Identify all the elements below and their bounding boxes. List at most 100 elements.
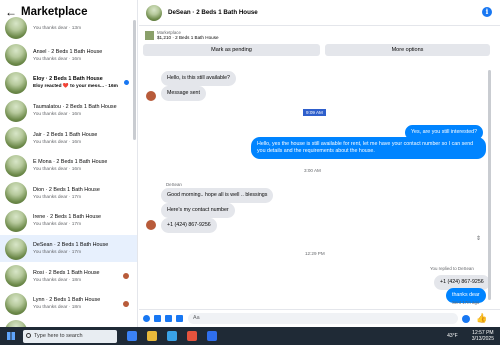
chat-header: DeSean · 2 Beds 1 Bath House i xyxy=(139,0,500,26)
conversation-snippet: You thanks dear · 16m xyxy=(33,56,82,62)
system-tray: 43°F 12:57 PM 3/13/2025 xyxy=(447,327,494,345)
contact-avatar-small xyxy=(146,220,156,230)
conversation-name: Rosi · 2 Beds 1 Bath House xyxy=(33,269,100,276)
sticker-icon[interactable] xyxy=(165,315,172,322)
clock[interactable]: 12:57 PM 3/13/2025 xyxy=(472,330,494,342)
reply-label: You replied to DeSean xyxy=(430,266,474,271)
messenger-app-icon[interactable] xyxy=(207,331,217,341)
task-view-icon[interactable] xyxy=(127,331,137,341)
message-incoming: Message sent xyxy=(161,86,206,101)
thread-scrollbar[interactable] xyxy=(488,70,491,300)
like-icon[interactable]: 👍 xyxy=(476,313,487,324)
conversation-sidebar: ← Marketplace You thanks dear · 13m Ansel… xyxy=(0,0,138,327)
conversation-snippet: You thanks dear · 17m xyxy=(33,250,82,256)
timestamp: 12:29 PM xyxy=(305,251,325,256)
chrome-browser-icon[interactable] xyxy=(187,331,197,341)
scroll-indicator-icon[interactable]: ⇕ xyxy=(476,235,481,242)
timestamp: 3:00 AM xyxy=(304,168,321,173)
conversation-item[interactable]: DeSean · 2 Beds 1 Bath House You thanks d… xyxy=(0,234,137,263)
conversation-name: DeSean · 2 Beds 1 Bath House xyxy=(33,242,109,249)
conversation-snippet: You thanks dear · 16m xyxy=(33,167,82,173)
conversation-name: Ansel · 2 Beds 1 Bath House xyxy=(33,48,103,55)
conversation-avatar xyxy=(5,44,27,67)
conversation-name: Dion · 2 Beds 1 Bath House xyxy=(33,186,100,193)
search-icon xyxy=(26,332,31,338)
sidebar-scrollbar[interactable] xyxy=(133,20,136,140)
message-composer: Aa 👍 xyxy=(139,309,500,327)
message-outgoing: Hello, yes the house is still available … xyxy=(251,137,486,159)
conversation-item[interactable]: Lynn · 2 Beds 1 Bath House You thanks dea… xyxy=(0,290,137,318)
conversation-item[interactable]: Eloy · 2 Beds 1 Bath House Eloy reacted ❤… xyxy=(0,69,137,97)
search-placeholder: Type here to search xyxy=(34,332,83,339)
conversation-avatar xyxy=(5,320,27,327)
plus-icon[interactable] xyxy=(143,315,150,322)
info-icon[interactable]: i xyxy=(482,7,492,17)
conversation-name: Taumalatou · 2 Beds 1 Bath House xyxy=(33,104,117,111)
conversation-item[interactable]: You thanks dear · 13m xyxy=(0,14,137,42)
timestamp: 9:09 AM xyxy=(303,109,326,116)
conversation-avatar xyxy=(5,182,27,205)
message-incoming: +1 (424) 867-9256 xyxy=(161,218,217,233)
conversation-snippet: Eloy reacted ❤️ to your mess... · 16m xyxy=(33,84,118,90)
sender-name: DeSean xyxy=(166,182,182,187)
conversation-snippet: You thanks dear · 17m xyxy=(33,222,82,228)
conversation-item[interactable]: E Mona · 2 Beds 1 Bath House You thanks d… xyxy=(0,152,137,180)
conversation-name: Jair · 2 Beds 1 Bath House xyxy=(33,131,98,138)
conversation-name: E Mona · 2 Beds 1 Bath House xyxy=(33,159,108,166)
conversation-item[interactable]: Taumalatou · 2 Beds 1 Bath House You than… xyxy=(0,97,137,125)
seen-avatar xyxy=(123,300,129,307)
taskbar-search[interactable]: Type here to search xyxy=(23,329,117,343)
sent-status: Sent 17m ago xyxy=(452,300,480,305)
listing-item[interactable]: Marketplace $1,210 · 2 Beds 1 Bath House xyxy=(145,30,219,40)
clock-date: 3/13/2025 xyxy=(471,336,494,342)
contact-avatar[interactable] xyxy=(146,4,162,21)
conversation-avatar xyxy=(5,127,27,150)
conversation-avatar xyxy=(5,154,27,177)
conversation-item[interactable]: Ansel · 2 Beds 1 Bath House You thanks de… xyxy=(0,42,137,70)
conversation-avatar xyxy=(5,99,27,122)
conversation-snippet: You thanks dear · 16m xyxy=(33,112,82,118)
unread-dot-icon xyxy=(124,80,129,86)
message-incoming: Hello, is this still available? xyxy=(161,71,237,86)
message-thread: Hello, is this still available? Message … xyxy=(139,60,500,310)
conversation-avatar xyxy=(5,237,27,260)
conversation-snippet: You thanks dear · 17m xyxy=(33,194,82,200)
emoji-icon[interactable] xyxy=(462,314,470,323)
seen-avatar xyxy=(123,273,129,280)
message-incoming: Here's my contact number xyxy=(161,203,235,218)
message-incoming: Good morning.. hope all is well .. bless… xyxy=(161,188,274,203)
conversation-avatar xyxy=(5,71,27,94)
conversation-snippet: You thanks dear · 16m xyxy=(33,139,82,145)
conversation-snippet: You thanks dear · 13m xyxy=(33,26,82,32)
conversation-snippet: You thanks dear · 18m xyxy=(33,277,82,283)
conversation-item[interactable]: Irene · 2 Beds 1 Bath House You thanks de… xyxy=(0,207,137,235)
conversation-item[interactable]: Jair · 2 Beds 1 Bath House You thanks dea… xyxy=(0,124,137,152)
camera-icon[interactable] xyxy=(154,315,161,322)
conversation-name: Irene · 2 Beds 1 Bath House xyxy=(33,214,102,221)
conversation-snippet: You thanks dear · 18m xyxy=(33,305,82,311)
message-input[interactable]: Aa xyxy=(188,313,458,324)
taskbar: Type here to search 43°F 12:57 PM 3/13/2… xyxy=(0,327,500,345)
conversation-item[interactable]: Vivian · 2 Beds 1 Bath House xyxy=(0,318,137,327)
edge-browser-icon[interactable] xyxy=(167,331,177,341)
more-options-button[interactable]: More options xyxy=(325,44,490,56)
gif-icon[interactable] xyxy=(176,315,183,322)
file-explorer-icon[interactable] xyxy=(147,331,157,341)
mark-pending-button[interactable]: Mark as pending xyxy=(143,44,320,56)
conversation-avatar xyxy=(5,209,27,232)
conversation-avatar xyxy=(5,265,27,288)
conversation-name: Lynn · 2 Beds 1 Bath House xyxy=(33,297,101,304)
conversation-name: Eloy · 2 Beds 1 Bath House xyxy=(33,76,103,83)
contact-avatar-small xyxy=(146,91,156,101)
listing-thumbnail xyxy=(145,30,154,40)
windows-start-icon[interactable] xyxy=(7,332,15,340)
chat-title[interactable]: DeSean · 2 Beds 1 Bath House xyxy=(168,9,258,16)
conversation-item[interactable]: Rosi · 2 Beds 1 Bath House You thanks dea… xyxy=(0,262,137,290)
weather-readout[interactable]: 43°F xyxy=(447,333,458,339)
conversation-item[interactable]: Dion · 2 Beds 1 Bath House You thanks dea… xyxy=(0,180,137,208)
listing-price: $1,210 · 2 Beds 1 Bath House xyxy=(157,35,219,40)
conversation-list: You thanks dear · 13m Ansel · 2 Beds 1 Ba… xyxy=(0,14,137,327)
messenger-window: ← Marketplace You thanks dear · 13m Ansel… xyxy=(0,0,500,327)
conversation-avatar xyxy=(5,292,27,315)
conversation-avatar xyxy=(5,16,27,39)
